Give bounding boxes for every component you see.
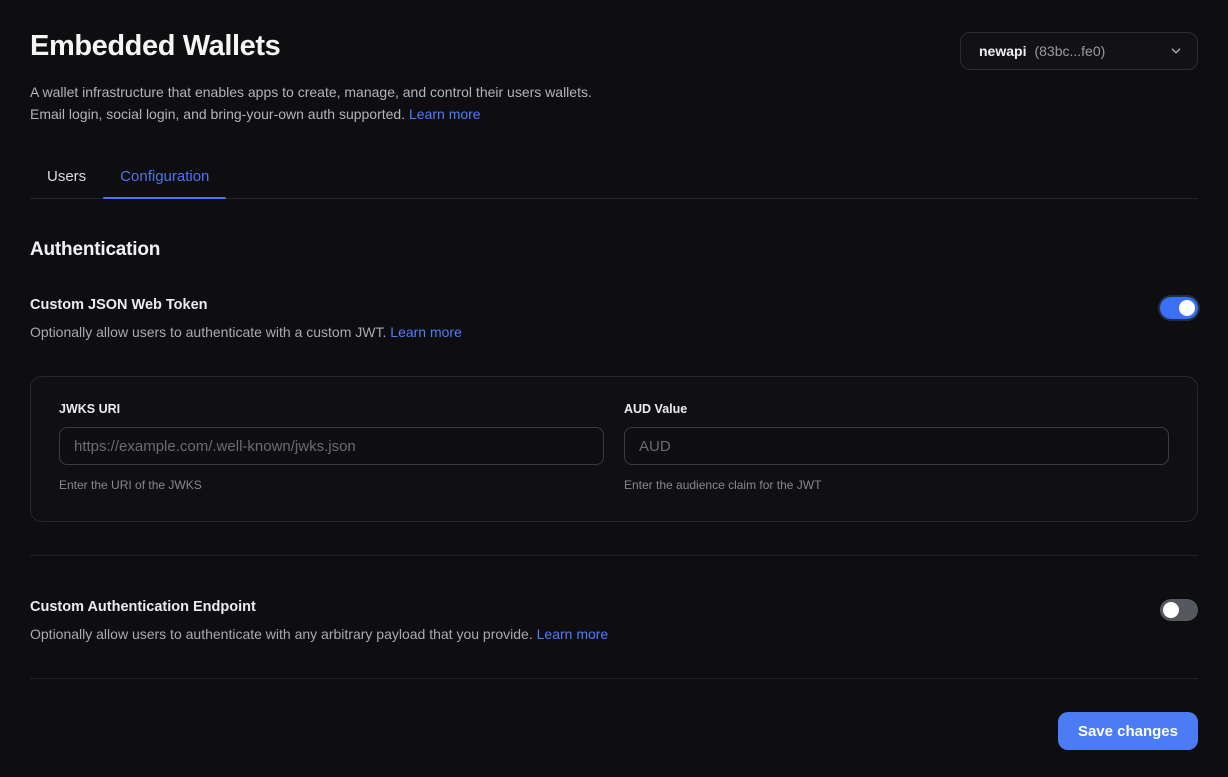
custom-jwt-toggle[interactable]: [1160, 297, 1198, 319]
page-header: Embedded Wallets A wallet infrastructure…: [30, 30, 1198, 125]
custom-jwt-description-text: Optionally allow users to authenticate w…: [30, 324, 386, 340]
chevron-down-icon: [1169, 44, 1183, 58]
custom-auth-endpoint-text: Custom Authentication Endpoint Optionall…: [30, 599, 608, 644]
toggle-knob: [1179, 300, 1195, 316]
custom-jwt-text: Custom JSON Web Token Optionally allow u…: [30, 297, 462, 342]
save-changes-button[interactable]: Save changes: [1058, 712, 1198, 750]
endpoint-learn-more-link[interactable]: Learn more: [537, 626, 609, 642]
divider: [30, 555, 1198, 556]
toggle-knob: [1163, 602, 1179, 618]
page-description: A wallet infrastructure that enables app…: [30, 81, 615, 125]
custom-jwt-description: Optionally allow users to authenticate w…: [30, 322, 462, 342]
header-learn-more-link[interactable]: Learn more: [409, 106, 481, 122]
jwks-uri-field-group: JWKS URI Enter the URI of the JWKS: [59, 402, 604, 492]
divider: [30, 678, 1198, 679]
custom-auth-endpoint-toggle[interactable]: [1160, 599, 1198, 621]
api-key-selector[interactable]: newapi (83bc...fe0): [960, 32, 1198, 70]
custom-auth-endpoint-setting: Custom Authentication Endpoint Optionall…: [30, 599, 1198, 644]
page-description-text: A wallet infrastructure that enables app…: [30, 84, 592, 122]
tab-bar: Users Configuration: [30, 168, 1198, 199]
api-key-name: newapi: [979, 43, 1026, 59]
embedded-wallets-page: Embedded Wallets A wallet infrastructure…: [0, 0, 1228, 750]
tab-users[interactable]: Users: [30, 168, 103, 198]
page-title: Embedded Wallets: [30, 30, 615, 63]
tab-configuration[interactable]: Configuration: [103, 168, 226, 198]
custom-auth-endpoint-title: Custom Authentication Endpoint: [30, 599, 608, 615]
custom-auth-endpoint-description-text: Optionally allow users to authenticate w…: [30, 626, 533, 642]
custom-auth-endpoint-description: Optionally allow users to authenticate w…: [30, 624, 608, 644]
jwks-uri-input[interactable]: [59, 427, 604, 465]
custom-jwt-title: Custom JSON Web Token: [30, 297, 462, 313]
aud-value-input[interactable]: [624, 427, 1169, 465]
api-key-hint: (83bc...fe0): [1034, 43, 1105, 59]
jwt-learn-more-link[interactable]: Learn more: [390, 324, 462, 340]
footer-actions: Save changes: [30, 712, 1198, 750]
jwks-uri-helper: Enter the URI of the JWKS: [59, 478, 604, 492]
aud-value-label: AUD Value: [624, 402, 1169, 416]
aud-value-field-group: AUD Value Enter the audience claim for t…: [624, 402, 1169, 492]
page-header-text: Embedded Wallets A wallet infrastructure…: [30, 30, 615, 125]
aud-value-helper: Enter the audience claim for the JWT: [624, 478, 1169, 492]
jwks-uri-label: JWKS URI: [59, 402, 604, 416]
authentication-section-title: Authentication: [30, 239, 1198, 261]
custom-jwt-setting: Custom JSON Web Token Optionally allow u…: [30, 297, 1198, 342]
jwt-fields-card: JWKS URI Enter the URI of the JWKS AUD V…: [30, 376, 1198, 522]
